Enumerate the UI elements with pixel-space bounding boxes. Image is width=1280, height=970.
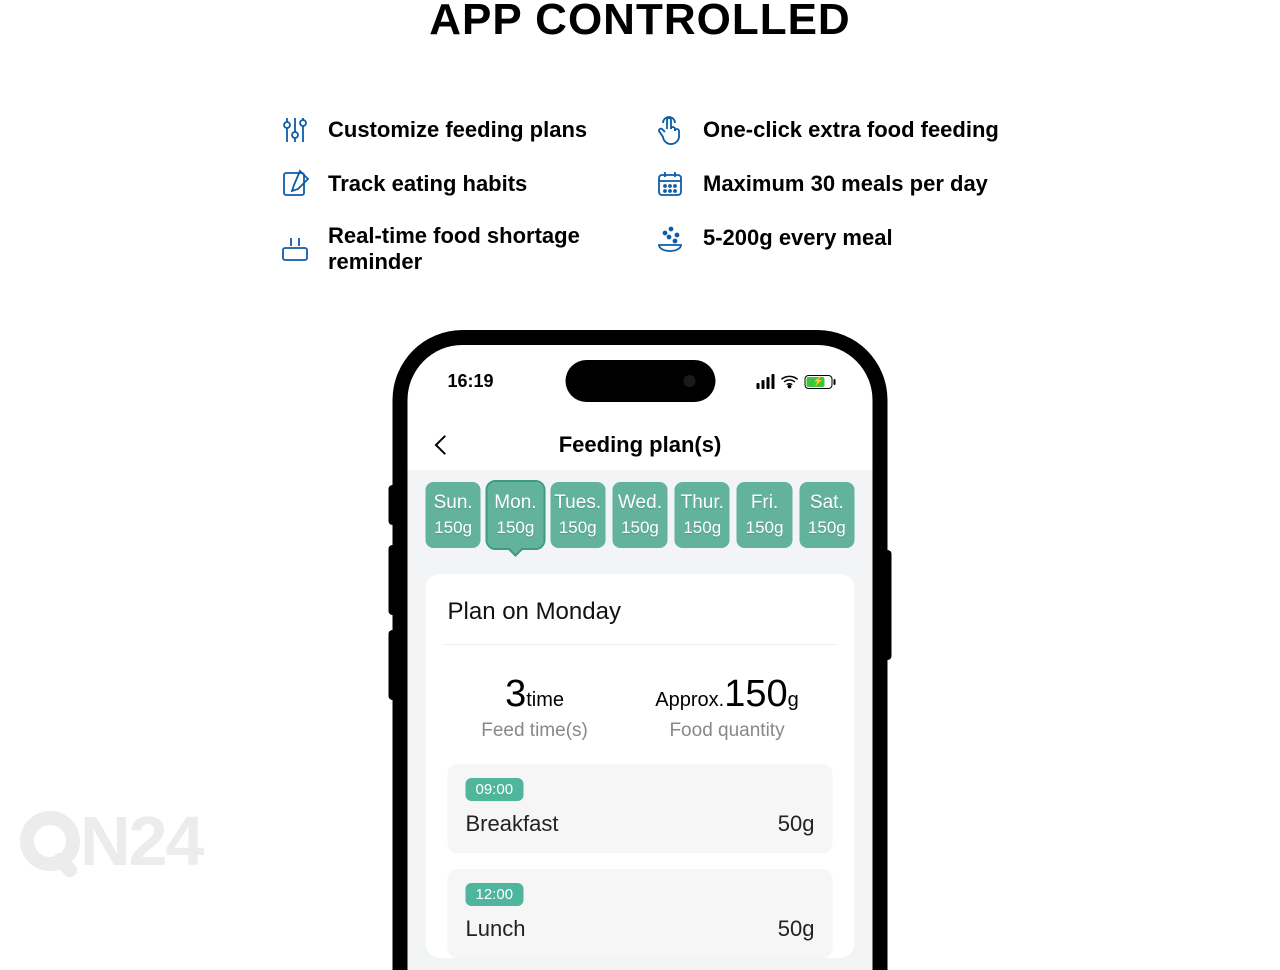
calendar-icon	[655, 169, 685, 199]
meal-time-badge: 12:00	[466, 883, 524, 906]
day-tab-tues[interactable]: Tues. 150g	[550, 482, 605, 548]
wifi-icon	[781, 375, 799, 389]
features-grid: Customize feeding plans Track eating hab…	[280, 115, 1000, 275]
day-tab-sat[interactable]: Sat. 150g	[799, 482, 854, 548]
day-tab-thur[interactable]: Thur. 150g	[675, 482, 730, 548]
qty-sub: Food quantity	[655, 720, 798, 742]
day-amount: 150g	[488, 518, 543, 538]
day-amount: 150g	[737, 518, 792, 538]
back-button[interactable]	[435, 435, 455, 455]
edit-note-icon	[280, 169, 310, 199]
phone-screen: 16:19 ⚡ Feeding plan(s) Sun. 150g Mon. 150g…	[408, 345, 873, 970]
day-amount: 150g	[426, 518, 481, 538]
feature-label: One-click extra food feeding	[703, 117, 999, 143]
page-heading: APP CONTROLLED	[0, 0, 1280, 45]
dynamic-island	[565, 360, 715, 402]
day-name: Tues.	[550, 492, 605, 514]
feed-count-unit: time	[526, 689, 564, 711]
day-tab-mon[interactable]: Mon. 150g	[488, 482, 543, 548]
feature-track-habits: Track eating habits	[280, 169, 625, 199]
day-amount: 150g	[675, 518, 730, 538]
meal-name: Breakfast	[466, 811, 559, 837]
day-tab-fri[interactable]: Fri. 150g	[737, 482, 792, 548]
meal-item[interactable]: 09:00 Breakfast 50g	[448, 764, 833, 853]
app-screen-title: Feeding plan(s)	[559, 432, 722, 458]
day-name: Wed.	[612, 492, 667, 514]
feature-label: 5-200g every meal	[703, 225, 893, 251]
day-name: Sat.	[799, 492, 854, 514]
phone-frame: 16:19 ⚡ Feeding plan(s) Sun. 150g Mon. 150g…	[393, 330, 888, 970]
day-amount: 150g	[550, 518, 605, 538]
meal-amount: 50g	[778, 916, 815, 942]
feature-label: Real-time food shortage reminder	[328, 223, 625, 275]
qty-unit: g	[788, 689, 799, 711]
portion-scoop-icon	[655, 223, 685, 253]
plan-title: Plan on Monday	[448, 598, 833, 626]
qty-prefix: Approx.	[655, 689, 724, 711]
battery-charging-icon: ⚡	[805, 375, 833, 389]
tap-hand-icon	[655, 115, 685, 145]
feature-shortage-reminder: Real-time food shortage reminder	[280, 223, 625, 275]
feature-customize-plans: Customize feeding plans	[280, 115, 625, 145]
meal-item[interactable]: 12:00 Lunch 50g	[448, 869, 833, 958]
divider	[444, 644, 837, 645]
feature-max-meals: Maximum 30 meals per day	[655, 169, 1000, 199]
day-name: Thur.	[675, 492, 730, 514]
feed-count-value: 3	[505, 673, 526, 715]
meal-amount: 50g	[778, 811, 815, 837]
stat-food-qty: Approx.150g Food quantity	[655, 673, 798, 742]
day-tab-wed[interactable]: Wed. 150g	[612, 482, 667, 548]
app-header: Feeding plan(s)	[408, 420, 873, 470]
day-name: Fri.	[737, 492, 792, 514]
day-selector: Sun. 150g Mon. 150g Tues. 150g Wed. 150g Thur. 15…	[426, 482, 855, 548]
feature-label: Customize feeding plans	[328, 117, 587, 143]
plan-card: Plan on Monday 3time Feed time(s) Approx…	[426, 574, 855, 958]
magnifier-icon	[20, 811, 80, 871]
feature-label: Maximum 30 meals per day	[703, 171, 988, 197]
day-name: Mon.	[488, 492, 543, 514]
feature-label: Track eating habits	[328, 171, 527, 197]
qty-value: 150	[724, 673, 787, 715]
sliders-icon	[280, 115, 310, 145]
status-time: 16:19	[448, 371, 494, 392]
feature-one-click-feed: One-click extra food feeding	[655, 115, 1000, 145]
cellular-signal-icon	[757, 374, 775, 389]
meal-time-badge: 09:00	[466, 778, 524, 801]
day-amount: 150g	[612, 518, 667, 538]
watermark-logo: N24	[20, 801, 202, 881]
day-name: Sun.	[426, 492, 481, 514]
feature-portion-range: 5-200g every meal	[655, 223, 1000, 253]
stat-feed-times: 3time Feed time(s)	[481, 673, 588, 742]
tray-alert-icon	[280, 234, 310, 264]
day-tab-sun[interactable]: Sun. 150g	[426, 482, 481, 548]
feed-count-sub: Feed time(s)	[481, 720, 588, 742]
day-amount: 150g	[799, 518, 854, 538]
meal-name: Lunch	[466, 916, 526, 942]
meal-list: 09:00 Breakfast 50g 12:00 Lunch 50g	[448, 764, 833, 958]
